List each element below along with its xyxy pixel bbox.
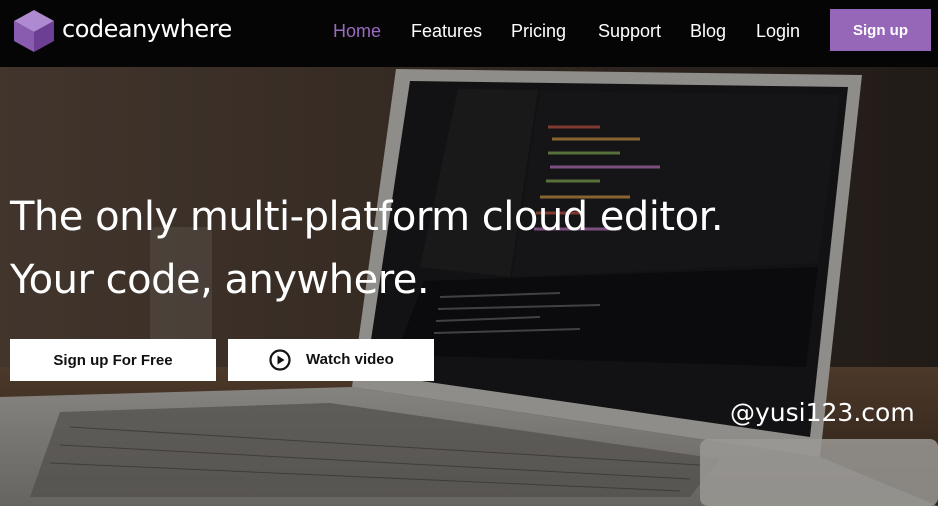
signup-button[interactable]: Sign up <box>830 9 931 51</box>
signup-free-button[interactable]: Sign up For Free <box>10 339 216 381</box>
watch-video-button[interactable]: Watch video <box>228 339 434 381</box>
nav-pricing[interactable]: Pricing <box>511 21 566 42</box>
watch-video-label: Watch video <box>306 351 394 368</box>
codeanywhere-logo-icon[interactable] <box>11 8 57 54</box>
hero-section: The only multi-platform cloud editor. Yo… <box>0 67 938 506</box>
hero-headline-line2: Your code, anywhere. <box>10 257 430 303</box>
brand-name[interactable]: codeanywhere <box>62 15 232 43</box>
nav-home[interactable]: Home <box>333 21 381 42</box>
nav-blog[interactable]: Blog <box>690 21 726 42</box>
hero-headline-line1: The only multi-platform cloud editor. <box>10 194 724 240</box>
play-circle-icon <box>269 349 291 371</box>
nav-support[interactable]: Support <box>598 21 661 42</box>
nav-features[interactable]: Features <box>411 21 482 42</box>
nav-login[interactable]: Login <box>756 21 800 42</box>
top-navbar: codeanywhere Home Features Pricing Suppo… <box>0 0 938 67</box>
watermark-text: @yusi123.com <box>730 398 915 427</box>
